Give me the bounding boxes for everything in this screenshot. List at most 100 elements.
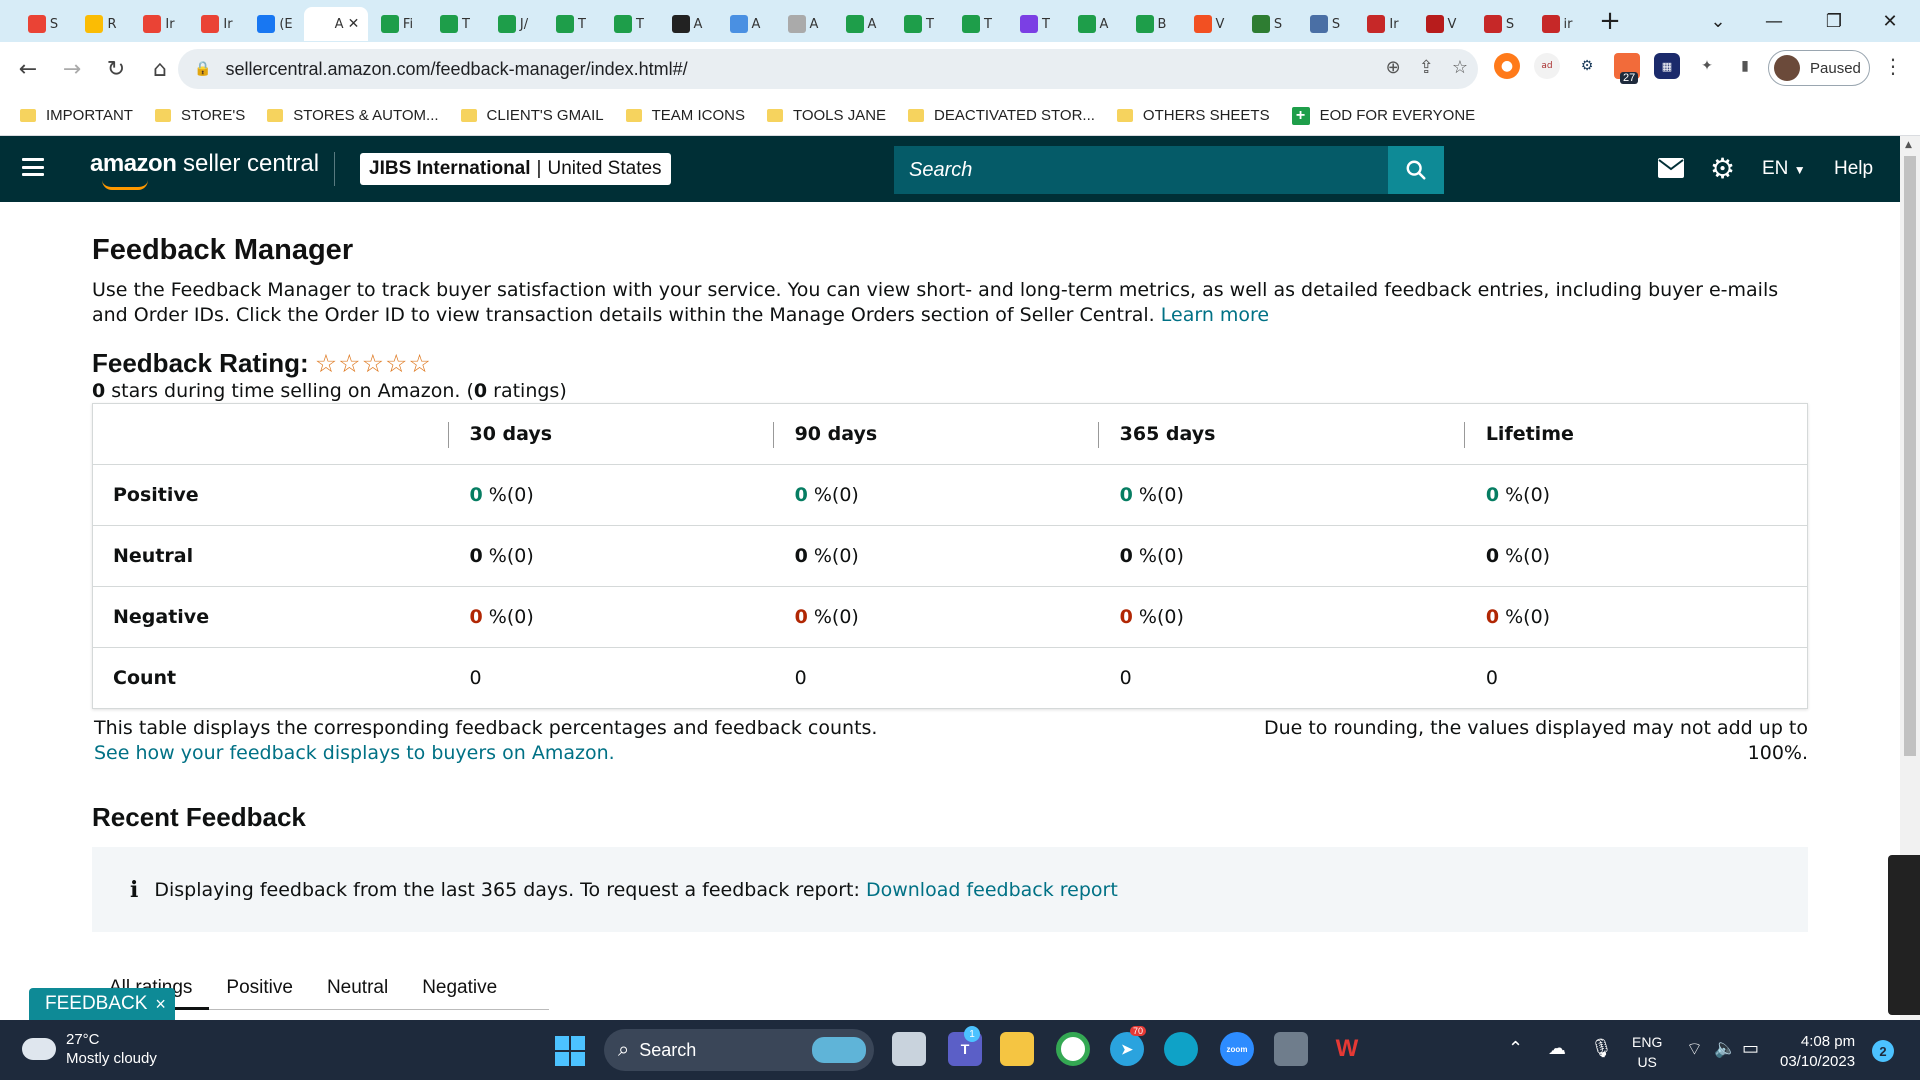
onedrive-icon[interactable]: ☁ (1548, 1038, 1566, 1059)
browser-tab[interactable]: V (1180, 7, 1238, 41)
search-input[interactable] (894, 146, 1388, 194)
share-icon[interactable]: ⇪ (1419, 57, 1434, 78)
calculator-icon[interactable] (1274, 1032, 1308, 1066)
chrome-icon[interactable] (1056, 1032, 1090, 1066)
browser-tab[interactable]: T (1006, 7, 1064, 41)
file-explorer-icon[interactable] (1000, 1032, 1034, 1066)
browser-tab[interactable]: T (600, 7, 658, 41)
browser-tab[interactable]: A (1064, 7, 1122, 41)
bookmark-star-icon[interactable]: ☆ (1452, 57, 1468, 78)
battery-icon[interactable]: ▭ (1742, 1038, 1759, 1059)
browser-tab[interactable]: A (832, 7, 890, 41)
amazon-seller-central-logo[interactable]: amazon seller central (90, 150, 319, 190)
browser-tab[interactable]: (E (246, 7, 304, 41)
minimize-icon[interactable]: — (1746, 0, 1802, 42)
filter-tab[interactable]: Positive (209, 977, 310, 1009)
zoom-icon[interactable]: ⊕ (1386, 57, 1401, 78)
tab-search-icon[interactable]: ⌄ (1690, 0, 1746, 42)
browser-tab[interactable]: A (774, 7, 832, 41)
taskbar-search[interactable]: ⌕ Search (604, 1029, 874, 1071)
url-text[interactable]: sellercentral.amazon.com/feedback-manage… (225, 59, 687, 80)
close-window-icon[interactable]: ✕ (1862, 0, 1918, 42)
microphone-icon[interactable]: 🎙 (1590, 1038, 1613, 1059)
bookmark-item[interactable]: IMPORTANT (20, 107, 133, 124)
extension-firefox-icon[interactable]: ● (1494, 53, 1520, 79)
filter-tab[interactable]: Negative (405, 977, 514, 1009)
extension-gear-icon[interactable]: ⚙ (1574, 53, 1600, 79)
home-icon[interactable]: ⌂ (140, 49, 180, 89)
browser-tab[interactable]: Ir (188, 7, 246, 41)
bookmark-item[interactable]: STORE'S (154, 107, 245, 124)
browser-tab[interactable]: B (1122, 7, 1180, 41)
browser-tab[interactable]: Ir (130, 7, 188, 41)
help-link[interactable]: Help (1834, 158, 1873, 180)
reload-icon[interactable]: ↻ (96, 49, 136, 89)
browser-tab[interactable]: S (1238, 7, 1296, 41)
bookmark-item[interactable]: TOOLS JANE (766, 107, 886, 124)
browser-tab[interactable]: S (1470, 7, 1528, 41)
scroll-up-icon[interactable]: ▲ (1905, 140, 1912, 150)
forward-icon[interactable]: → (52, 49, 92, 89)
bookmark-item[interactable]: STORES & AUTOM... (267, 107, 439, 124)
account-switcher[interactable]: JIBS International | United States (360, 153, 671, 185)
browser-tab[interactable]: T (890, 7, 948, 41)
settings-gear-icon[interactable]: ⚙ (1710, 152, 1735, 185)
restore-icon[interactable]: ❐ (1806, 0, 1862, 42)
filter-tab[interactable]: Neutral (310, 977, 405, 1009)
browser-tab[interactable]: V (1412, 7, 1470, 41)
edge-icon[interactable] (1164, 1032, 1198, 1066)
wps-icon[interactable]: W (1330, 1032, 1364, 1066)
column-header: 30 days (447, 404, 773, 465)
notification-badge[interactable]: 2 (1872, 1040, 1894, 1062)
telegram-icon[interactable]: ➤ (1110, 1032, 1144, 1066)
feedback-button[interactable]: FEEDBACK × (29, 988, 175, 1020)
buyer-display-link[interactable]: See how your feedback displays to buyers… (94, 742, 615, 764)
mail-icon[interactable] (1658, 156, 1684, 184)
profile-button[interactable]: Paused (1768, 50, 1870, 86)
learn-more-link[interactable]: Learn more (1161, 304, 1269, 326)
hamburger-menu-icon[interactable] (22, 158, 44, 176)
bookmark-item[interactable]: DEACTIVATED STOR... (908, 107, 1095, 124)
back-icon[interactable]: ← (8, 49, 48, 89)
browser-tab[interactable]: S (1296, 7, 1354, 41)
new-tab-button[interactable]: + (1590, 4, 1630, 38)
windows-start-icon[interactable] (555, 1036, 585, 1066)
zoom-icon[interactable]: zoom (1220, 1032, 1254, 1066)
extensions-puzzle-icon[interactable]: ✦ (1694, 53, 1720, 79)
side-widget[interactable] (1888, 855, 1920, 1015)
browser-tab[interactable]: Ir (1354, 7, 1412, 41)
browser-tab[interactable]: J/ (484, 7, 542, 41)
tray-chevron-icon[interactable]: ⌃ (1508, 1038, 1523, 1059)
browser-tab[interactable]: T (426, 7, 484, 41)
bookmark-item[interactable]: + EOD FOR EVERYONE (1291, 106, 1475, 125)
volume-icon[interactable]: 🔈 (1714, 1038, 1736, 1059)
menu-kebab-icon[interactable]: ⋮ (1880, 53, 1906, 79)
search-button[interactable] (1388, 146, 1444, 194)
browser-tab[interactable]: A (658, 7, 716, 41)
extension-ads-icon[interactable]: ad (1534, 53, 1560, 79)
clock[interactable]: 4:08 pm 03/10/2023 (1780, 1032, 1855, 1072)
extension-grid-icon[interactable]: ▦ (1654, 53, 1680, 79)
browser-tab[interactable]: ir (1528, 7, 1586, 41)
input-language[interactable]: ENG US (1632, 1032, 1662, 1072)
side-panel-icon[interactable]: ▮ (1732, 53, 1758, 79)
browser-tab[interactable]: T (542, 7, 600, 41)
browser-tab[interactable]: A (716, 7, 774, 41)
browser-tab[interactable]: R (72, 7, 130, 41)
weather-widget[interactable]: 27°C Mostly cloudy (18, 1030, 157, 1068)
browser-tab[interactable]: Fi (368, 7, 426, 41)
address-bar[interactable]: 🔒 sellercentral.amazon.com/feedback-mana… (178, 49, 1478, 89)
bookmark-item[interactable]: CLIENT'S GMAIL (460, 107, 604, 124)
close-icon[interactable]: × (155, 994, 166, 1015)
bookmark-item[interactable]: TEAM ICONS (625, 107, 745, 124)
wifi-icon[interactable]: ⌔ (1686, 1038, 1703, 1061)
download-report-link[interactable]: Download feedback report (866, 879, 1118, 901)
bookmark-item[interactable]: OTHERS SHEETS (1116, 107, 1270, 124)
taskview-icon[interactable] (892, 1032, 926, 1066)
scrollbar-thumb[interactable] (1904, 156, 1916, 756)
close-tab-icon[interactable]: ✕ (348, 16, 360, 32)
browser-tab[interactable]: A ✕ (304, 7, 368, 41)
browser-tab[interactable]: S (14, 7, 72, 41)
language-selector[interactable]: EN ▼ (1762, 158, 1806, 180)
browser-tab[interactable]: T (948, 7, 1006, 41)
